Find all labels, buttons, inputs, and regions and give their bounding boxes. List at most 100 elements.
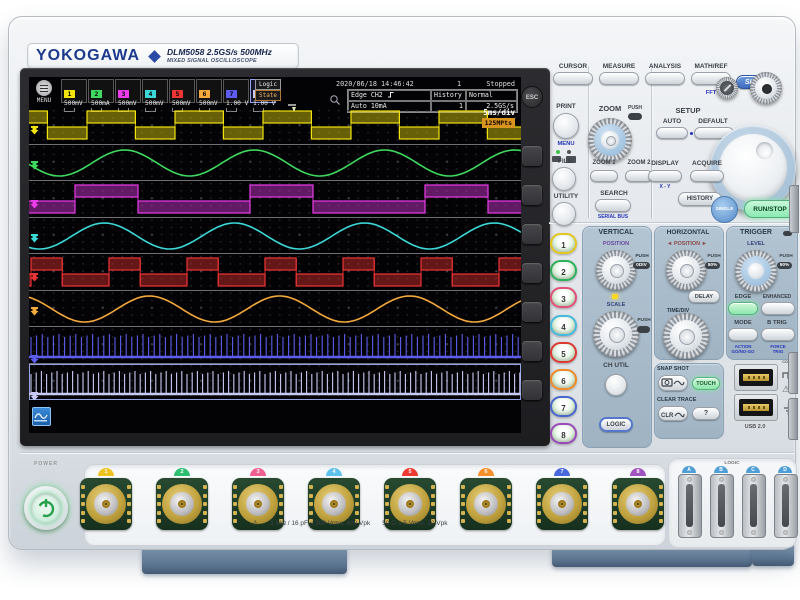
touch-button[interactable]: TOUCH [692, 377, 720, 390]
logic-port-A[interactable] [678, 474, 702, 538]
default-label: DEFAULT [698, 118, 728, 125]
logic-port-D[interactable] [774, 474, 798, 538]
channel-button-2[interactable]: 2 [550, 260, 577, 282]
bnc-connector-8[interactable] [612, 478, 664, 530]
bnc-connector-2[interactable] [156, 478, 208, 530]
wave-band-1 [29, 107, 521, 144]
model-spec: 2.5GS/s 500MHz [206, 47, 272, 57]
channel-button-6[interactable]: 6 [550, 369, 577, 390]
vertical-scale-knob[interactable] [593, 311, 639, 357]
zoom1-button[interactable] [590, 170, 618, 182]
softkey-1[interactable] [522, 146, 542, 166]
edge-label: EDGE [734, 294, 752, 300]
softkey-3[interactable] [522, 224, 542, 244]
acquire-button[interactable] [690, 170, 724, 182]
acquire-label: ACQUIRE [692, 160, 722, 167]
clear-trace-button[interactable]: CLR [658, 406, 688, 421]
time-div-knob[interactable] [663, 313, 709, 359]
vpos-push-label: PUSH [635, 254, 649, 259]
zoom-knob[interactable] [588, 118, 632, 162]
usb-port-1[interactable] [734, 364, 778, 391]
channel-button-5[interactable]: 5 [550, 341, 577, 363]
adjust-screw-knob[interactable] [716, 77, 738, 99]
utility-button[interactable] [552, 202, 576, 226]
trigger-level-knob[interactable] [735, 250, 777, 292]
channel-button-3[interactable]: 3 [550, 287, 577, 309]
channel-scale: 500mV [64, 100, 83, 107]
display-button[interactable] [648, 170, 682, 182]
channel-number: 5 [172, 90, 183, 98]
brand-diamond-icon [148, 49, 161, 63]
channel-badge-7[interactable]: 7 1.00 V [223, 79, 249, 112]
trigger-type-cell: Edge CH2 [348, 90, 431, 101]
search-button[interactable] [595, 199, 631, 212]
channel-scale: 500mV [118, 100, 137, 107]
channel-number: 1 [64, 90, 75, 98]
edge-button[interactable] [728, 302, 758, 315]
channel-badge-5[interactable]: 5 500mV [169, 79, 195, 112]
softkey-5[interactable] [522, 302, 542, 322]
help-button[interactable]: ? [692, 407, 720, 420]
channel-badge-3[interactable]: 3 500mV [115, 79, 141, 112]
channel-badge-2[interactable]: 2 500mA [88, 79, 114, 112]
panel-divider-2 [651, 66, 652, 218]
ch-util-label: CH UTIL [603, 362, 629, 369]
trigger-level-label: LEVEL [747, 241, 765, 247]
enhanced-button[interactable] [761, 302, 795, 315]
setup-dot [690, 132, 693, 135]
model-subtitle: MIXED SIGNAL OSCILLOSCOPE [167, 57, 257, 64]
softkey-4[interactable] [522, 263, 542, 283]
file-button[interactable] [552, 167, 576, 191]
channel-number: 3 [118, 90, 129, 98]
print-led [556, 150, 560, 154]
channel-badge-6[interactable]: 6 500mV [196, 79, 222, 112]
analysis-button[interactable] [645, 72, 685, 85]
delay-button[interactable]: DELAY [688, 290, 720, 303]
usb-port-2[interactable] [734, 394, 778, 421]
wave-band-5 [29, 253, 521, 291]
channel-button-4[interactable]: 4 [550, 314, 577, 336]
single-button[interactable]: SINGLE [711, 196, 738, 223]
snapshot-button[interactable] [658, 375, 688, 391]
setup-label: SETUP [675, 106, 701, 115]
cursor-button[interactable] [553, 72, 593, 85]
measure-button[interactable] [599, 72, 639, 85]
mathref-label: MATH/REF [694, 63, 728, 70]
bnc-connector-7[interactable] [536, 478, 588, 530]
power-button[interactable] [24, 486, 68, 530]
mode-button[interactable] [728, 328, 758, 341]
vscale-push-oval [637, 326, 650, 333]
select-knob[interactable] [750, 72, 782, 104]
softkey-7[interactable] [522, 380, 542, 400]
thumbnail-wave-icon[interactable] [32, 407, 51, 426]
history-label-cell: History [431, 90, 466, 101]
logic-badge[interactable]: Logic [255, 79, 281, 90]
print-button[interactable] [553, 113, 579, 139]
display[interactable]: MENU 1 500mV 2 500mA 3 500mV 4 500mV 5 500mV 6 500m… [29, 77, 521, 433]
wave-band-4 [29, 216, 521, 255]
softkey-6[interactable] [522, 341, 542, 361]
channel-badge-4[interactable]: 4 500mV [142, 79, 168, 112]
logic-port-B[interactable] [710, 474, 734, 538]
logic-button[interactable]: LOGIC [599, 417, 633, 432]
horizontal-position-knob[interactable] [666, 250, 706, 290]
screen-menu-button[interactable]: MENU [32, 80, 56, 104]
channel-button-1[interactable]: 1 [550, 233, 577, 254]
state-badge[interactable]: State [255, 90, 281, 101]
auto-button[interactable] [656, 127, 688, 139]
logic-port-C[interactable] [742, 474, 766, 538]
waveform-area [29, 107, 521, 400]
channel-button-7[interactable]: 7 [550, 396, 577, 418]
esc-button[interactable]: ESC [521, 86, 543, 108]
utility-label: UTILITY [553, 193, 579, 200]
channel-button-8[interactable]: 8 [550, 423, 577, 445]
channel-number: 7 [226, 90, 237, 98]
ch-util-button[interactable] [605, 374, 627, 396]
softkey-2[interactable] [522, 185, 542, 205]
channel-badge-1[interactable]: 1 500mV [61, 79, 87, 112]
vertical-position-knob[interactable] [596, 250, 636, 290]
trigger-position-icon[interactable] [287, 98, 299, 112]
b-trig-button[interactable] [761, 328, 795, 341]
bnc-connector-1[interactable] [80, 478, 132, 530]
wave-band-2 [29, 143, 521, 182]
